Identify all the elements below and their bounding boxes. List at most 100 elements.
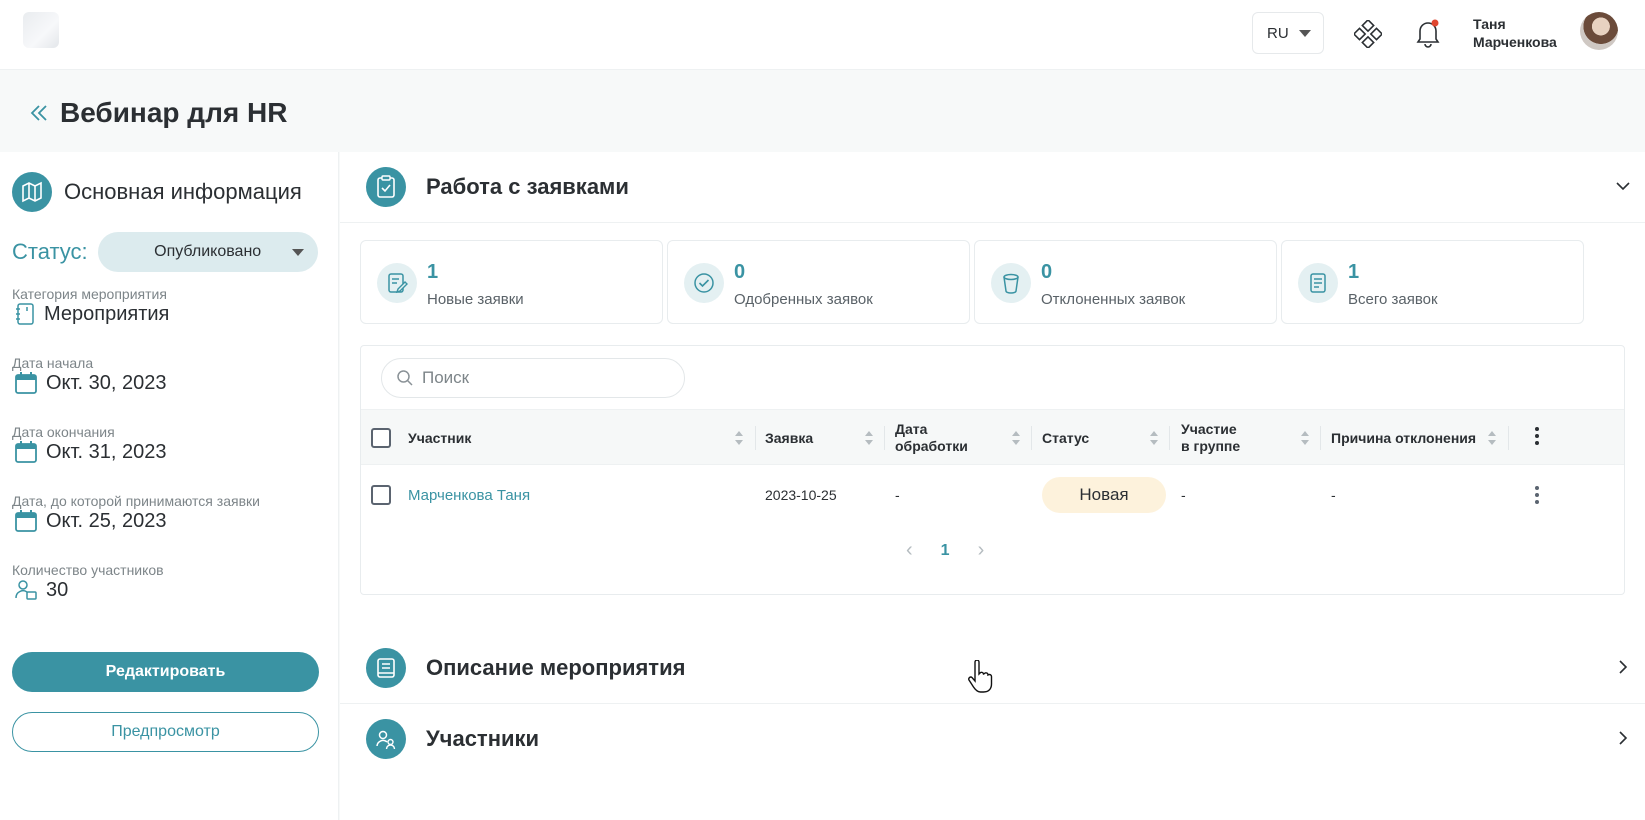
stat-total-label: Всего заявок xyxy=(1348,291,1438,308)
search-input[interactable]: Поиск xyxy=(381,358,685,398)
page-header: Вебинар для HR xyxy=(28,97,287,129)
language-selector[interactable]: RU xyxy=(1252,12,1324,54)
col-rejection-reason[interactable]: Причина отклонения xyxy=(1331,410,1476,466)
col-group-label-2: в группе xyxy=(1181,438,1241,454)
participants-accordion-header[interactable]: Участники xyxy=(340,704,1645,774)
request-date: 2023-10-25 xyxy=(765,487,837,503)
deadline-value: Окт. 25, 2023 xyxy=(14,509,166,533)
stat-card-approved: 0 Одобренных заявок xyxy=(667,240,970,324)
clipboard-check-icon xyxy=(366,167,406,207)
main-content: Работа с заявками 1 Новые заявки 0 Одобр… xyxy=(340,152,1645,820)
notebook-icon xyxy=(16,303,34,325)
stat-rejected-label: Отклоненных заявок xyxy=(1041,291,1186,308)
sort-icon[interactable] xyxy=(1300,430,1310,446)
stat-approved-value: 0 xyxy=(734,261,746,283)
chevron-down-icon xyxy=(291,249,304,256)
description-title: Описание мероприятия xyxy=(426,655,686,680)
start-date-label: Дата начала xyxy=(12,355,94,371)
category-text: Мероприятия xyxy=(44,302,170,325)
end-date-label: Дата окончания xyxy=(12,424,115,440)
stat-rejected-value: 0 xyxy=(1041,261,1053,283)
start-date-value: Окт. 30, 2023 xyxy=(14,371,166,395)
status-select-value: Опубликовано xyxy=(154,243,262,260)
avatar[interactable] xyxy=(1580,12,1618,50)
sort-icon[interactable] xyxy=(1011,430,1021,446)
language-label: RU xyxy=(1267,24,1289,42)
column-separator xyxy=(1169,426,1170,450)
search-icon xyxy=(397,370,413,386)
search-placeholder: Поиск xyxy=(422,368,470,387)
column-separator xyxy=(1031,426,1032,450)
col-participant[interactable]: Участник xyxy=(408,410,471,466)
stat-card-total: 1 Всего заявок xyxy=(1281,240,1584,324)
applications-title: Работа с заявками xyxy=(426,174,629,199)
row-checkbox[interactable] xyxy=(371,485,391,505)
col-participant-label: Участник xyxy=(408,429,472,446)
category-value: Мероприятия xyxy=(14,302,169,326)
document-icon xyxy=(1298,263,1338,303)
participants-count-text: 30 xyxy=(46,578,69,601)
back-double-chevron-icon[interactable] xyxy=(28,102,50,124)
deadline-label: Дата, до которой принимаются заявки xyxy=(12,493,260,509)
notification-bell-icon[interactable] xyxy=(1414,18,1442,48)
user-last-name: Марченкова xyxy=(1473,34,1557,50)
book-icon xyxy=(366,648,406,688)
participants-count-value: 30 xyxy=(14,578,68,602)
new-request-icon xyxy=(377,263,417,303)
end-date-value: Окт. 31, 2023 xyxy=(14,440,166,464)
chevron-down-icon[interactable] xyxy=(1615,178,1631,194)
table-header: Участник Заявка Дата обработки Статус Уч… xyxy=(361,409,1624,465)
stat-card-rejected: 0 Отклоненных заявок xyxy=(974,240,1277,324)
users-icon xyxy=(366,719,406,759)
column-separator xyxy=(1320,426,1321,450)
group-participation: - xyxy=(1181,487,1186,503)
sort-icon[interactable] xyxy=(1487,430,1497,446)
page-title: Вебинар для HR xyxy=(60,97,288,128)
approved-icon xyxy=(684,263,724,303)
participant-link[interactable]: Марченкова Таня xyxy=(408,487,530,504)
chevron-right-icon[interactable] xyxy=(1615,659,1631,675)
col-request-label: Заявка xyxy=(765,429,814,446)
user-name[interactable]: Таня Марченкова xyxy=(1473,15,1557,51)
status-label: Статус: xyxy=(12,239,88,264)
column-settings-icon[interactable] xyxy=(1535,427,1539,448)
next-page-icon[interactable]: › xyxy=(978,539,985,562)
user-first-name: Таня xyxy=(1473,16,1506,32)
info-panel: Основная информация Статус: Опубликовано… xyxy=(0,152,339,820)
page-number[interactable]: 1 xyxy=(941,542,950,560)
participants-count-label: Количество участников xyxy=(12,562,164,578)
apps-icon[interactable] xyxy=(1354,20,1382,48)
chevron-down-icon xyxy=(1298,29,1311,37)
chevron-right-icon[interactable] xyxy=(1615,730,1631,746)
col-reason-label: Причина отклонения xyxy=(1331,429,1477,446)
col-request[interactable]: Заявка xyxy=(765,410,813,466)
applications-table: Поиск Участник Заявка Дата обработки Ста… xyxy=(360,345,1625,595)
applications-accordion-header[interactable]: Работа с заявками xyxy=(340,152,1645,222)
col-processed-label-2: обработки xyxy=(895,438,968,454)
table-row: Марченкова Таня 2023-10-25 - Новая - - xyxy=(361,466,1624,524)
sort-icon[interactable] xyxy=(864,430,874,446)
top-bar: RU Таня Марченкова xyxy=(0,0,1645,70)
calendar-icon xyxy=(15,372,37,394)
rejection-reason: - xyxy=(1331,487,1336,503)
app-logo[interactable] xyxy=(23,12,59,48)
col-group-participation[interactable]: Участие в группе xyxy=(1181,410,1240,466)
col-processed-date[interactable]: Дата обработки xyxy=(895,410,968,466)
sort-icon[interactable] xyxy=(1149,430,1159,446)
row-actions-icon[interactable] xyxy=(1535,486,1539,507)
participants-icon xyxy=(15,580,37,600)
stat-card-new: 1 Новые заявки xyxy=(360,240,663,324)
stat-new-label: Новые заявки xyxy=(427,291,524,308)
status-select[interactable]: Опубликовано xyxy=(97,232,318,272)
divider xyxy=(340,222,1645,223)
deadline-text: Окт. 25, 2023 xyxy=(46,509,167,532)
select-all-checkbox[interactable] xyxy=(371,428,391,448)
preview-button[interactable]: Предпросмотр xyxy=(12,712,319,752)
calendar-icon xyxy=(15,441,37,463)
edit-button[interactable]: Редактировать xyxy=(12,652,319,692)
sort-icon[interactable] xyxy=(734,430,744,446)
col-status[interactable]: Статус xyxy=(1042,410,1089,466)
prev-page-icon[interactable]: ‹ xyxy=(906,539,913,562)
status-row: Статус: Опубликовано xyxy=(12,232,318,272)
status-badge: Новая xyxy=(1042,477,1166,513)
